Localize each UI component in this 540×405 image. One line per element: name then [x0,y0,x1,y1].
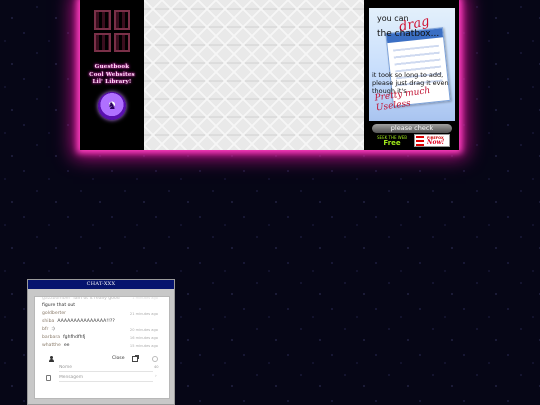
mascot-icon[interactable]: ♞ [98,92,126,120]
smiley-icon[interactable] [152,356,158,362]
chat-panel: gazzbomber Iam ot it really good 1 minutes… [34,296,170,399]
message-icon[interactable] [46,375,51,381]
message-author[interactable]: goldberter [42,311,66,316]
chat-title-bar[interactable]: CHAT-XXX [28,280,174,289]
message-text: AAAAAAAAAAAAAAA!!?? [57,319,115,324]
message-input[interactable] [59,374,153,382]
message-timestamp: 16 minutes ago [129,336,158,340]
send-button[interactable]: › [155,374,157,379]
firefox-badge-label: Now! [427,139,445,146]
promo-line-2: the chatbox... [377,29,440,39]
message-text: :) [51,327,55,332]
chat-controls: Close 40 › [35,355,169,385]
right-sidebar: you can drag the chatbox... it took so l… [364,0,459,150]
message-author[interactable]: gazzbomber [42,297,70,301]
chat-message: bfr:) 20 minutes ago [35,326,169,334]
chatbox[interactable]: CHAT-XXX gazzbomber Iam ot it really good… [27,279,175,405]
message-author[interactable]: shiba [42,319,54,324]
message-text: fghfhdfhfj [63,335,86,340]
popout-icon[interactable] [132,355,139,362]
message-text: Iam ot it really good [73,296,120,301]
nav-link-guestbook[interactable]: Guestbook [84,64,140,72]
left-sidebar: Guestbook Cool Websites Lil' Library! ♞ [80,0,144,150]
please-check-button[interactable]: please check [372,124,452,133]
main-layout: Guestbook Cool Websites Lil' Library! ♞ … [80,0,459,150]
nav-link-library[interactable]: Lil' Library! [84,79,140,87]
name-input[interactable] [59,364,153,372]
chat-message: figure that out [35,302,169,310]
message-text: figure that out [42,303,76,308]
free-badge[interactable]: SEEK THE WEB Free [375,135,409,147]
chat-message: shiba AAAAAAAAAAAAAAA!!?? [35,318,169,326]
content-area [144,0,364,150]
firefox-badge[interactable]: FIREFOX Now! [414,134,450,147]
flag-icon [416,136,424,146]
free-badge-label: Free [383,139,401,147]
message-timestamp: 21 minutes ago [129,312,158,316]
message-timestamp: 20 minutes ago [129,328,158,332]
message-author[interactable]: whatthe [42,343,61,348]
chat-message: whatthe ee 15 minutes ago [35,342,169,350]
site-logo [94,10,130,52]
chat-message-list[interactable]: gazzbomber Iam ot it really good 1 minutes… [35,297,169,350]
message-author[interactable]: barbara [42,335,60,340]
drag-chatbox-promo: you can drag the chatbox... it took so l… [369,8,455,121]
message-text: ee [63,343,70,348]
nav-links: Guestbook Cool Websites Lil' Library! [84,64,140,87]
message-timestamp: 15 minutes ago [129,344,158,348]
name-char-counter: 40 [154,365,159,369]
message-timestamp: 1 minutes ago [132,296,158,300]
nav-link-cool-websites[interactable]: Cool Websites [84,72,140,80]
chat-message: goldberter 21 minutes ago [35,310,169,318]
message-author[interactable]: bfr [42,327,48,332]
chat-message: barbara fghfhdfhfj 16 minutes ago [35,334,169,342]
close-button[interactable]: Close [112,355,125,363]
user-icon [48,356,54,362]
